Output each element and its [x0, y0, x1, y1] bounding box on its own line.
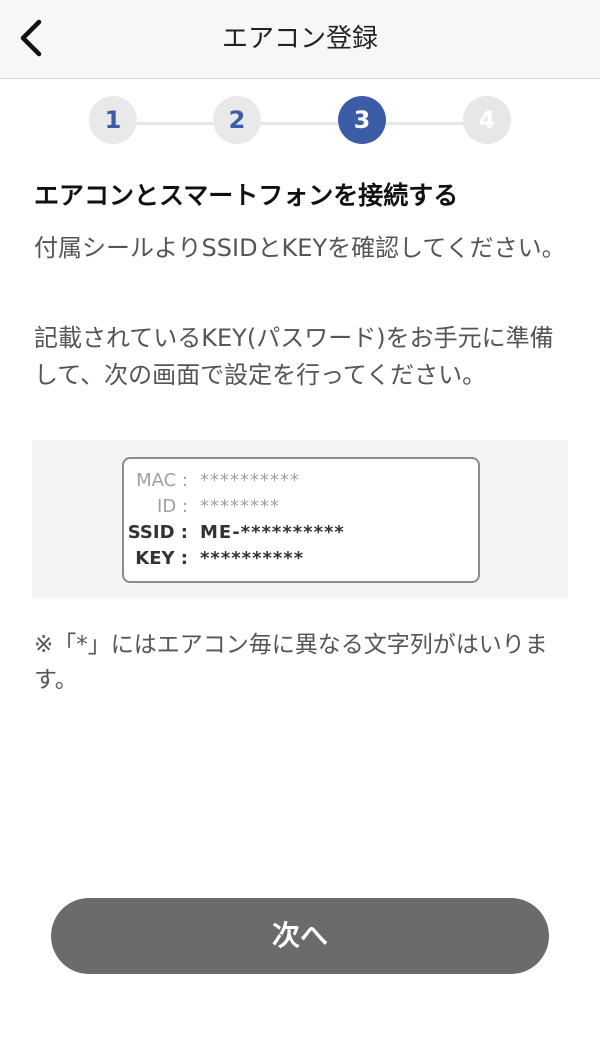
- page-title: エアコン登録: [221, 24, 378, 54]
- step-1: 1: [89, 96, 137, 144]
- step-3-current: 3: [338, 96, 386, 144]
- next-button[interactable]: 次へ: [51, 898, 549, 974]
- label-key: SSID :: [127, 522, 188, 543]
- label-value: **********: [200, 470, 300, 491]
- note-text: ※「*」にはエアコン毎に異なる文字列がはいります。: [34, 632, 548, 693]
- instruction-text-1: 付属シールよりSSIDとKEYを確認してください。: [34, 234, 566, 262]
- label-illustration-panel: MAC : ********** ID : ******** SSID : ME…: [32, 440, 568, 598]
- label-value: **********: [200, 548, 305, 569]
- label-row-ssid: SSID : ME-**********: [124, 521, 478, 545]
- label-key: KEY :: [135, 548, 188, 569]
- stepper-line: [112, 122, 488, 125]
- header: エアコン登録: [0, 0, 600, 79]
- section-heading: エアコンとスマートフォンを接続する: [34, 181, 459, 210]
- step-4: 4: [463, 96, 511, 144]
- label-row-key: KEY : **********: [124, 547, 478, 571]
- label-key: MAC :: [136, 470, 188, 491]
- stepper: 1 2 3 4: [0, 96, 600, 150]
- instruction-text-2: 記載されているKEY(パスワード)をお手元に準備して、次の画面で設定を行ってくだ…: [34, 324, 554, 389]
- label-row-mac: MAC : **********: [124, 469, 478, 493]
- step-2: 2: [213, 96, 261, 144]
- label-row-id: ID : ********: [124, 495, 478, 519]
- ssid-label-sticker: MAC : ********** ID : ******** SSID : ME…: [122, 457, 480, 583]
- label-value: ********: [200, 496, 280, 517]
- label-value: ME-**********: [200, 522, 345, 543]
- label-key: ID :: [157, 496, 188, 517]
